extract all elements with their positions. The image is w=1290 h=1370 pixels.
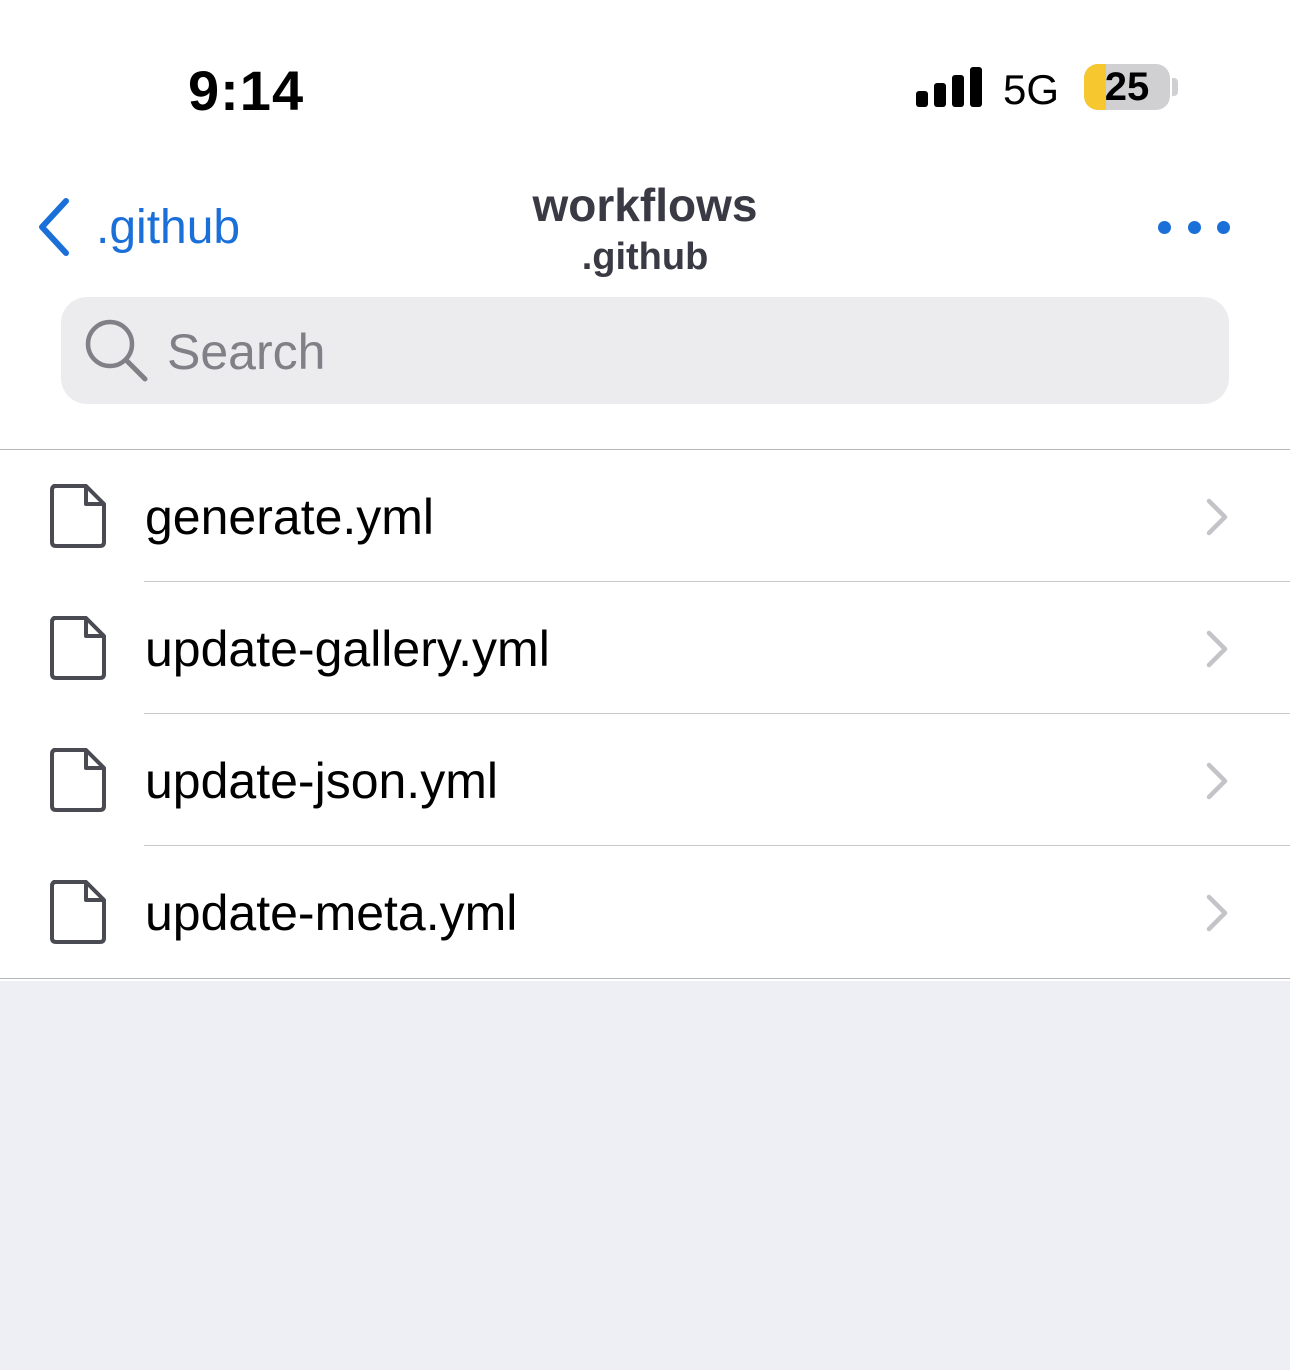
- file-name: generate.yml: [145, 489, 435, 545]
- empty-background: [0, 981, 1290, 1370]
- list-item[interactable]: generate.yml: [0, 450, 1290, 582]
- chevron-right-icon: [1206, 498, 1228, 536]
- network-type: 5G: [1003, 66, 1060, 113]
- page-subtitle: .github: [581, 236, 709, 278]
- file-icon: [50, 880, 106, 944]
- chevron-right-icon: [1206, 894, 1228, 932]
- battery-icon: 25: [1084, 64, 1170, 110]
- search-icon: [85, 319, 148, 382]
- cellular-signal-icon: [916, 67, 982, 107]
- file-name: update-json.yml: [145, 753, 498, 809]
- page-title: workflows: [532, 179, 758, 231]
- navigation-bar: .github workflows .github: [0, 160, 1290, 290]
- file-icon: [50, 748, 106, 812]
- list-bottom-divider: [0, 978, 1290, 979]
- ellipsis-icon-dot: [1158, 220, 1171, 234]
- chevron-right-icon: [1206, 630, 1228, 668]
- file-name: update-gallery.yml: [145, 621, 550, 677]
- list-item[interactable]: update-meta.yml: [0, 846, 1290, 978]
- ellipsis-icon-dot: [1217, 220, 1230, 234]
- list-item[interactable]: update-gallery.yml: [0, 582, 1290, 714]
- search-placeholder: Search: [167, 324, 326, 380]
- more-options-button[interactable]: [1158, 212, 1230, 242]
- file-name: update-meta.yml: [145, 885, 518, 941]
- battery-level: 25: [1104, 65, 1150, 109]
- ellipsis-icon-dot: [1187, 220, 1201, 234]
- file-icon: [50, 616, 106, 680]
- status-time: 9:14: [188, 59, 305, 122]
- chevron-right-icon: [1206, 762, 1228, 800]
- list-item[interactable]: update-json.yml: [0, 714, 1290, 846]
- file-list: generate.yml update-gallery.yml update-j…: [0, 450, 1290, 979]
- battery-cap: [1172, 78, 1178, 96]
- search-input[interactable]: Search: [61, 297, 1229, 404]
- status-bar: 9:14 5G 25: [0, 0, 1290, 150]
- file-icon: [50, 484, 106, 548]
